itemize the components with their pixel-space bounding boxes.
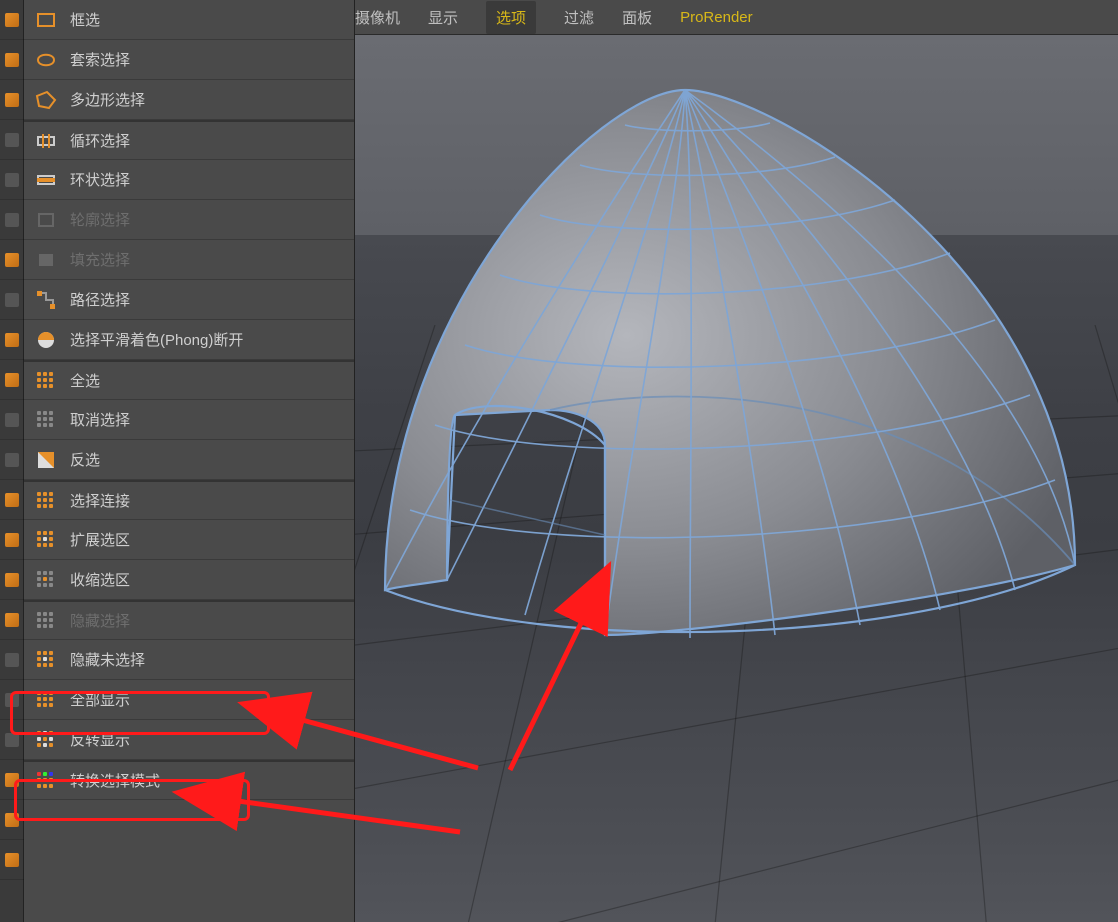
menu-invert-visibility[interactable]: 反转显示 <box>24 720 354 760</box>
menu-label: 转换选择模式 <box>70 770 160 791</box>
hide-unselected-icon <box>34 648 58 672</box>
tool-item[interactable] <box>0 400 24 440</box>
menu-label: 框选 <box>70 9 100 30</box>
menu-label: 取消选择 <box>70 409 130 430</box>
tool-item[interactable] <box>0 800 24 840</box>
viewport-3d[interactable] <box>355 35 1118 922</box>
menu-display[interactable]: 显示 <box>428 7 458 28</box>
menu-label: 隐藏选择 <box>70 610 130 631</box>
menu-fill-select: 填充选择 <box>24 240 354 280</box>
tool-item[interactable] <box>0 760 24 800</box>
tool-item[interactable] <box>0 680 24 720</box>
menu-camera[interactable]: 摄像机 <box>355 7 400 28</box>
selection-menu: 框选 套索选择 多边形选择 循环选择 环状选择 轮廓选择 填充选 <box>24 0 355 922</box>
menu-phong-break-select[interactable]: 选择平滑着色(Phong)断开 <box>24 320 354 360</box>
tool-item[interactable] <box>0 640 24 680</box>
menu-box-select[interactable]: 框选 <box>24 0 354 40</box>
menu-options[interactable]: 选项 <box>486 1 536 34</box>
tool-item[interactable] <box>0 240 24 280</box>
menu-label: 路径选择 <box>70 289 130 310</box>
menu-label: 轮廓选择 <box>70 209 130 230</box>
menu-outline-select: 轮廓选择 <box>24 200 354 240</box>
tool-item[interactable] <box>0 600 24 640</box>
menu-label: 循环选择 <box>70 130 130 151</box>
menu-deselect-all[interactable]: 取消选择 <box>24 400 354 440</box>
tool-item[interactable] <box>0 320 24 360</box>
menu-label: 扩展选区 <box>70 529 130 550</box>
polygon-select-icon <box>34 88 58 112</box>
dome-object[interactable] <box>355 35 1115 725</box>
menu-label: 套索选择 <box>70 49 130 70</box>
tool-item[interactable] <box>0 80 24 120</box>
menu-label: 填充选择 <box>70 249 130 270</box>
menu-label: 选择连接 <box>70 490 130 511</box>
rectangle-select-icon <box>34 8 58 32</box>
menu-invert[interactable]: 反选 <box>24 440 354 480</box>
ring-select-icon <box>34 168 58 192</box>
menu-lasso-select[interactable]: 套索选择 <box>24 40 354 80</box>
grow-selection-icon <box>34 528 58 552</box>
path-select-icon <box>34 288 58 312</box>
menu-select-connected[interactable]: 选择连接 <box>24 480 354 520</box>
menu-loop-select[interactable]: 循环选择 <box>24 120 354 160</box>
outline-select-icon <box>34 208 58 232</box>
menu-label: 环状选择 <box>70 169 130 190</box>
menu-label: 全部显示 <box>70 689 130 710</box>
menu-grow-selection[interactable]: 扩展选区 <box>24 520 354 560</box>
menu-label: 反选 <box>70 449 100 470</box>
tool-item[interactable] <box>0 160 24 200</box>
menu-prorender[interactable]: ProRender <box>680 9 753 26</box>
menu-hide-selected: 隐藏选择 <box>24 600 354 640</box>
tool-item[interactable] <box>0 560 24 600</box>
lasso-icon <box>34 48 58 72</box>
menu-hide-unselected[interactable]: 隐藏未选择 <box>24 640 354 680</box>
deselect-all-icon <box>34 408 58 432</box>
menu-shrink-selection[interactable]: 收缩选区 <box>24 560 354 600</box>
menu-label: 隐藏未选择 <box>70 649 145 670</box>
tool-item[interactable] <box>0 360 24 400</box>
tool-item[interactable] <box>0 520 24 560</box>
tool-item[interactable] <box>0 840 24 880</box>
tool-item[interactable] <box>0 480 24 520</box>
tool-item[interactable] <box>0 440 24 480</box>
menu-unhide-all[interactable]: 全部显示 <box>24 680 354 720</box>
tool-item[interactable] <box>0 0 24 40</box>
menu-panel[interactable]: 面板 <box>622 7 652 28</box>
hide-selected-icon <box>34 609 58 633</box>
menu-label: 全选 <box>70 370 100 391</box>
menu-ring-select[interactable]: 环状选择 <box>24 160 354 200</box>
menu-label: 多边形选择 <box>70 89 145 110</box>
unhide-all-icon <box>34 688 58 712</box>
menu-select-all[interactable]: 全选 <box>24 360 354 400</box>
menu-filter[interactable]: 过滤 <box>564 7 594 28</box>
menu-polygon-select[interactable]: 多边形选择 <box>24 80 354 120</box>
invert-icon <box>34 448 58 472</box>
tool-item[interactable] <box>0 200 24 240</box>
tool-item[interactable] <box>0 40 24 80</box>
tool-item[interactable] <box>0 280 24 320</box>
tool-strip <box>0 0 24 922</box>
phong-break-icon <box>34 328 58 352</box>
menu-label: 选择平滑着色(Phong)断开 <box>70 329 243 350</box>
select-connected-icon <box>34 489 58 513</box>
convert-mode-icon <box>34 769 58 793</box>
tool-item[interactable] <box>0 120 24 160</box>
menu-label: 收缩选区 <box>70 569 130 590</box>
loop-select-icon <box>34 129 58 153</box>
invert-visibility-icon <box>34 728 58 752</box>
menu-convert-mode[interactable]: 转换选择模式 <box>24 760 354 800</box>
menu-path-select[interactable]: 路径选择 <box>24 280 354 320</box>
select-all-icon <box>34 369 58 393</box>
tool-item[interactable] <box>0 720 24 760</box>
fill-select-icon <box>34 248 58 272</box>
menu-label: 反转显示 <box>70 729 130 750</box>
shrink-selection-icon <box>34 568 58 592</box>
